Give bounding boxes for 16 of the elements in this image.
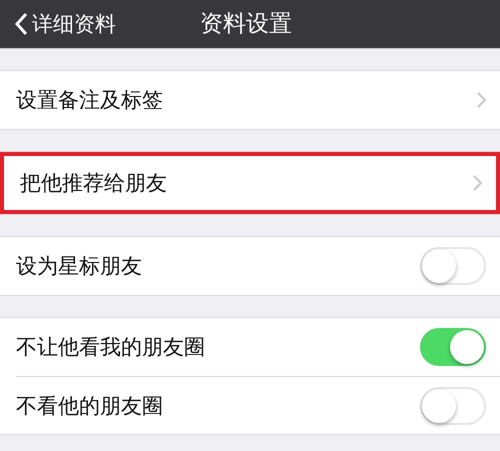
row-label: 设置备注及标签 xyxy=(16,87,164,114)
screen-title: 资料设置 xyxy=(200,10,292,39)
settings-row[interactable]: 不看他的朋友圈 xyxy=(16,376,500,434)
row-label: 不看他的朋友圈 xyxy=(16,392,164,420)
settings-row[interactable]: 把他推荐给朋友 xyxy=(0,152,500,214)
back-chevron-icon xyxy=(14,12,28,36)
settings-row[interactable]: 设置备注及标签 xyxy=(0,71,500,129)
row-label: 不让他看我的朋友圈 xyxy=(16,334,206,361)
settings-row[interactable]: 不让他看我的朋友圈 xyxy=(0,318,500,376)
row-label: 把他推荐给朋友 xyxy=(20,170,168,197)
chevron-icon xyxy=(477,92,486,108)
chevron-icon xyxy=(473,175,482,191)
toggle-switch[interactable] xyxy=(420,328,486,366)
back-button[interactable]: 详细资料 xyxy=(0,10,116,38)
settings-row[interactable]: 设为星标朋友 xyxy=(0,237,500,295)
row-label: 设为星标朋友 xyxy=(16,253,143,280)
